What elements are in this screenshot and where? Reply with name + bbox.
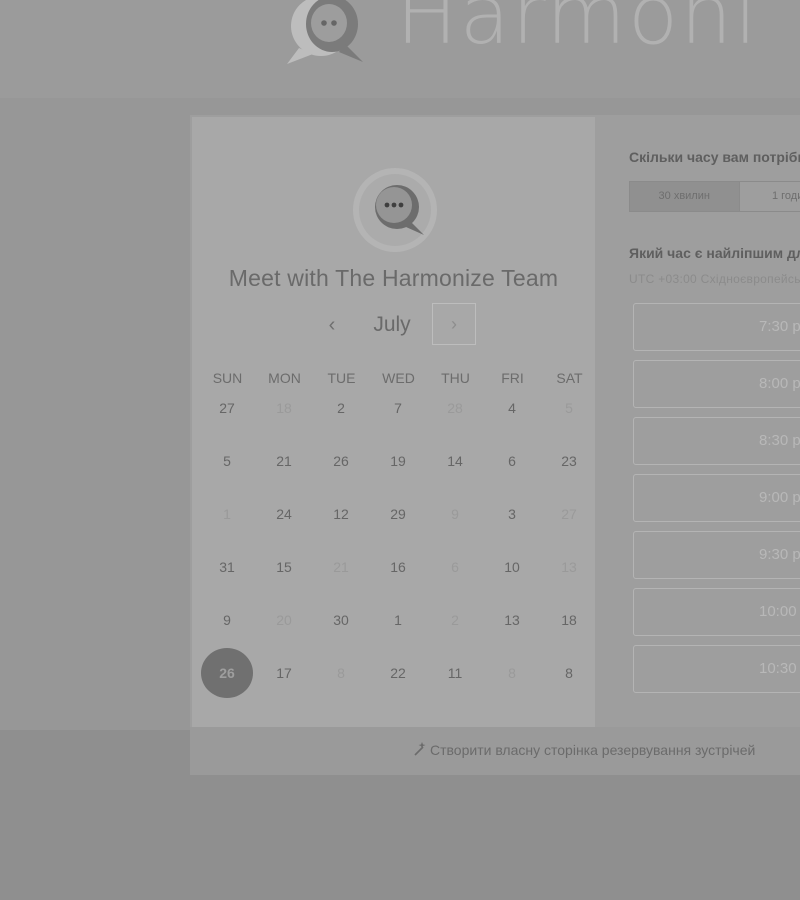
calendar-day[interactable]: 9: [201, 595, 253, 645]
calendar-day[interactable]: 23: [543, 436, 595, 486]
calendar-day[interactable]: 21: [258, 436, 310, 486]
calendar-day[interactable]: 6: [486, 436, 538, 486]
calendar-day[interactable]: 15: [258, 542, 310, 592]
calendar-day[interactable]: 31: [201, 542, 253, 592]
duration-30-min-tab[interactable]: 30 хвилин: [630, 182, 740, 211]
chat-bubble-logo-icon: [287, 0, 363, 64]
calendar-day[interactable]: 18: [543, 595, 595, 645]
calendar-day: 28: [447, 400, 463, 416]
calendar-day: 27: [561, 506, 577, 522]
timezone-label[interactable]: UTC +03:00 Східноєвропейський час: [629, 272, 800, 286]
time-slot-button[interactable]: 9:00 pm: [633, 474, 800, 522]
team-title: Meet with The Harmonize Team: [228, 265, 559, 291]
footer-bar: Створити власну сторінка резервування зу…: [190, 727, 800, 775]
calendar-day[interactable]: 2: [315, 383, 367, 433]
create-booking-page-link[interactable]: Створити власну сторінка резервування зу…: [412, 741, 755, 758]
create-booking-page-link-text: Створити власну сторінка резервування зу…: [430, 742, 756, 758]
calendar-day[interactable]: 7: [372, 383, 424, 433]
calendar-day[interactable]: 26: [315, 436, 367, 486]
calendar-day[interactable]: 4: [486, 383, 538, 433]
calendar-day[interactable]: 19: [372, 436, 424, 486]
calendar-panel: Meet with The Harmonize Team ‹ July › SU…: [192, 117, 595, 727]
calendar-day: 8: [337, 665, 345, 681]
time-selection-panel: Скільки часу вам потрібно? 30 хвилин 1 г…: [595, 117, 800, 727]
month-navigation: ‹ July ›: [192, 303, 595, 347]
calendar-day: 5: [565, 400, 573, 416]
chat-bubble-avatar-icon: [353, 168, 437, 252]
duration-1-hour-tab[interactable]: 1 година: [740, 182, 800, 211]
calendar-day[interactable]: 10: [486, 542, 538, 592]
calendar-day[interactable]: 13: [486, 595, 538, 645]
calendar-day[interactable]: 24: [258, 489, 310, 539]
header: Harmoni: [0, 0, 800, 98]
calendar-day[interactable]: 30: [315, 595, 367, 645]
time-slot-button[interactable]: 10:00 pm: [633, 588, 800, 636]
time-slot-button[interactable]: 7:30 pm: [633, 303, 800, 351]
time-slot-button[interactable]: 10:30 pm: [633, 645, 800, 693]
calendar-day[interactable]: 27: [201, 383, 253, 433]
time-slot-button[interactable]: 9:30 pm: [633, 531, 800, 579]
calendar-day: 8: [508, 665, 516, 681]
brand-name: Harmoni: [396, 0, 759, 63]
calendar-day: 9: [451, 506, 459, 522]
calendar-day[interactable]: 5: [201, 436, 253, 486]
calendar-day[interactable]: 29: [372, 489, 424, 539]
duration-toggle: 30 хвилин 1 година: [629, 181, 800, 212]
calendar-day[interactable]: 16: [372, 542, 424, 592]
calendar-day: 20: [276, 612, 292, 628]
calendar-day[interactable]: 22: [372, 648, 424, 698]
calendar-day[interactable]: 11: [429, 648, 481, 698]
calendar-day: 18: [276, 400, 292, 416]
calendar-day: 13: [561, 559, 577, 575]
calendar-day: 21: [333, 559, 349, 575]
calendar-day: 6: [451, 559, 459, 575]
next-month-button[interactable]: ›: [432, 303, 476, 345]
calendar-day: 1: [223, 506, 231, 522]
time-slot-button[interactable]: 8:30 pm: [633, 417, 800, 465]
time-question: Який час є найліпшим для вас?: [629, 245, 800, 261]
month-label: July: [373, 313, 411, 336]
calendar-day[interactable]: 1: [372, 595, 424, 645]
calendar-day: 2: [451, 612, 459, 628]
calendar-day[interactable]: 3: [486, 489, 538, 539]
calendar-day[interactable]: 8: [543, 648, 595, 698]
wand-icon: [414, 742, 426, 756]
time-slot-button[interactable]: 8:00 pm: [633, 360, 800, 408]
calendar-day-selected[interactable]: 26: [201, 648, 253, 698]
duration-question: Скільки часу вам потрібно?: [629, 149, 800, 165]
calendar-day[interactable]: 14: [429, 436, 481, 486]
calendar-day[interactable]: 12: [315, 489, 367, 539]
prev-month-button[interactable]: ‹: [317, 311, 347, 339]
calendar-day[interactable]: 17: [258, 648, 310, 698]
